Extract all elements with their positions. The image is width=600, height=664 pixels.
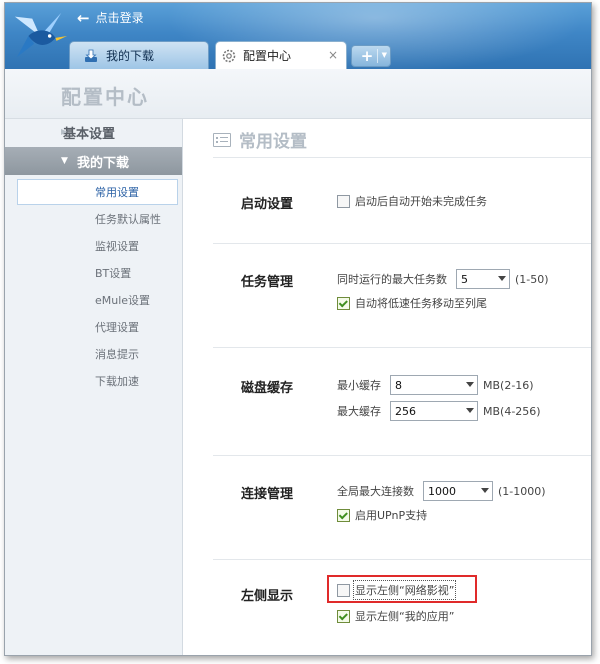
upnp-checkbox[interactable] <box>337 508 350 522</box>
show-web-video-option[interactable]: 显示左侧“网络影视” <box>337 580 457 600</box>
sidebar-item-emule[interactable]: eMule设置 <box>5 286 182 313</box>
left-display-label: 左侧显示 <box>241 589 294 604</box>
auto-start-text: 启动后自动开始未完成任务 <box>355 195 487 208</box>
chevron-down-icon <box>466 408 474 413</box>
hummingbird-logo-icon <box>14 12 68 58</box>
add-icon: + <box>360 47 374 65</box>
login-label: 点击登录 <box>95 11 144 25</box>
tab-my-downloads[interactable]: 我的下载 <box>69 41 209 69</box>
min-cache-range: MB(2-16) <box>483 378 534 392</box>
move-slow-text: 自动将低速任务移动至列尾 <box>355 297 487 310</box>
max-tasks-range: (1-50) <box>515 272 549 286</box>
list-icon <box>213 132 231 147</box>
sidebar-item-label: BT设置 <box>95 266 132 280</box>
chevron-down-icon <box>466 382 474 387</box>
sidebar-item-label: eMule设置 <box>95 293 151 307</box>
task-label: 任务管理 <box>241 275 294 290</box>
move-slow-option[interactable]: 自动将低速任务移动至列尾 <box>337 295 487 311</box>
auto-start-option[interactable]: 启动后自动开始未完成任务 <box>337 193 487 209</box>
max-cache-value: 256 <box>395 404 416 418</box>
divider <box>213 559 591 560</box>
sidebar-item-bt[interactable]: BT设置 <box>5 259 182 286</box>
max-conn-select[interactable]: 1000 <box>423 481 493 501</box>
show-web-video-text: 显示左侧“网络影视” <box>352 580 457 600</box>
chevron-down-icon[interactable]: ▼ <box>382 51 387 59</box>
section-title-label: 常用设置 <box>239 132 307 152</box>
max-cache-range: MB(4-256) <box>483 404 541 418</box>
sidebar-item-label: 我的下载 <box>77 155 130 171</box>
sidebar-item-notifications[interactable]: 消息提示 <box>5 340 182 367</box>
connection-label: 连接管理 <box>241 487 294 502</box>
sidebar-item-acceleration[interactable]: 下载加速 <box>5 367 182 394</box>
tab-my-downloads-label: 我的下载 <box>106 49 155 63</box>
sidebar-item-label: 基本设置 <box>63 126 116 142</box>
sidebar-item-label: 代理设置 <box>95 320 139 334</box>
sidebar-item-task-defaults[interactable]: 任务默认属性 <box>5 205 182 232</box>
move-slow-checkbox[interactable] <box>337 296 350 310</box>
sidebar-item-basic-settings[interactable]: ▶ 基本设置 <box>5 119 182 145</box>
login-link[interactable]: ← 点击登录 <box>77 9 144 26</box>
upnp-text: 启用UPnP支持 <box>355 509 428 522</box>
sidebar-item-label: 任务默认属性 <box>95 212 161 226</box>
divider <box>213 455 591 456</box>
tab-config-center[interactable]: 配置中心 × <box>215 41 347 69</box>
max-tasks-row: 同时运行的最大任务数 5 (1-50) <box>337 269 549 289</box>
startup-label: 启动设置 <box>241 197 294 212</box>
auto-start-checkbox[interactable] <box>337 194 350 208</box>
download-icon <box>85 49 97 62</box>
chevron-down-icon <box>481 488 489 493</box>
tab-config-label: 配置中心 <box>243 49 292 63</box>
max-cache-row: 最大缓存 256 MB(4-256) <box>337 401 541 421</box>
max-cache-label: 最大缓存 <box>337 405 381 418</box>
add-tab-button[interactable]: + ▼ <box>351 45 391 67</box>
sidebar-item-my-downloads[interactable]: ▼ 我的下载 <box>5 147 182 175</box>
chevron-down-icon <box>498 276 506 281</box>
show-web-video-checkbox[interactable] <box>337 583 350 597</box>
divider <box>213 347 591 348</box>
max-tasks-label: 同时运行的最大任务数 <box>337 273 447 286</box>
max-conn-row: 全局最大连接数 1000 (1-1000) <box>337 481 546 501</box>
back-arrow-icon: ← <box>77 8 90 27</box>
sidebar-item-proxy[interactable]: 代理设置 <box>5 313 182 340</box>
max-conn-label: 全局最大连接数 <box>337 485 414 498</box>
show-my-apps-text: 显示左侧“我的应用” <box>355 610 455 623</box>
max-tasks-value: 5 <box>461 272 468 286</box>
show-my-apps-checkbox[interactable] <box>337 609 350 623</box>
add-tab-divider <box>377 49 378 63</box>
cache-label: 磁盘缓存 <box>241 381 294 396</box>
divider <box>213 157 591 158</box>
chevron-down-icon: ▼ <box>61 156 68 166</box>
page-header: 配置中心 <box>5 69 591 119</box>
min-cache-row: 最小缓存 8 MB(2-16) <box>337 375 534 395</box>
sidebar-item-label: 消息提示 <box>95 347 139 361</box>
divider <box>213 243 591 244</box>
min-cache-value: 8 <box>395 378 402 392</box>
upnp-option[interactable]: 启用UPnP支持 <box>337 507 427 523</box>
max-conn-value: 1000 <box>428 484 456 498</box>
sidebar-item-monitor[interactable]: 监视设置 <box>5 232 182 259</box>
close-icon[interactable]: × <box>328 48 338 62</box>
page-title: 配置中心 <box>61 85 149 109</box>
sidebar: ▶ 基本设置 ▼ 我的下载 常用设置 任务默认属性 监视设置 BT设置 eMul… <box>5 119 183 655</box>
max-tasks-select[interactable]: 5 <box>456 269 510 289</box>
sidebar-item-label: 下载加速 <box>95 374 139 388</box>
show-my-apps-option[interactable]: 显示左侧“我的应用” <box>337 608 454 624</box>
max-cache-select[interactable]: 256 <box>390 401 478 421</box>
section-title: 常用设置 <box>213 127 307 152</box>
min-cache-select[interactable]: 8 <box>390 375 478 395</box>
sidebar-item-label: 监视设置 <box>95 239 139 253</box>
sidebar-sub-list: 常用设置 任务默认属性 监视设置 BT设置 eMule设置 代理设置 消息提示 … <box>5 179 182 394</box>
title-bar: ← 点击登录 我的下载 配置中心 × + ▼ <box>5 3 591 69</box>
chevron-right-icon: ▶ <box>61 127 68 136</box>
gear-icon <box>222 49 236 62</box>
min-cache-label: 最小缓存 <box>337 379 381 392</box>
sidebar-item-common-settings[interactable]: 常用设置 <box>17 179 178 205</box>
sidebar-item-label: 常用设置 <box>95 186 139 199</box>
max-conn-range: (1-1000) <box>498 484 546 498</box>
app-window: ← 点击登录 我的下载 配置中心 × + ▼ 配置中心 ▶ 基本设置 ▼ 我的下… <box>4 2 592 656</box>
settings-panel: 常用设置 启动设置 启动后自动开始未完成任务 任务管理 同时运行的最大任务数 5… <box>183 119 591 655</box>
